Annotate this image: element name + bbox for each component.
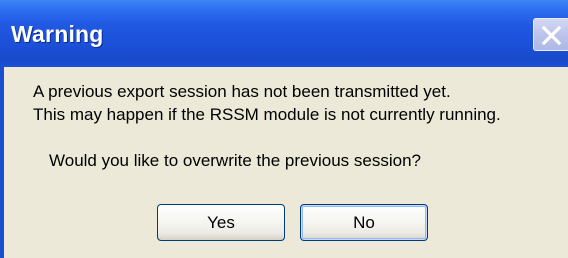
- title-bar[interactable]: Warning: [0, 0, 568, 67]
- no-button[interactable]: No: [300, 204, 428, 241]
- yes-button-label: Yes: [207, 213, 235, 232]
- no-button-label: No: [353, 213, 375, 232]
- window-title: Warning: [11, 21, 104, 47]
- warning-dialog: Warning A previous export session has no…: [0, 0, 568, 258]
- message-line-2: This may happen if the RSSM module is no…: [33, 105, 501, 124]
- dialog-body: A previous export session has not been t…: [4, 67, 568, 258]
- overwrite-question: Would you like to overwrite the previous…: [49, 151, 421, 170]
- yes-button[interactable]: Yes: [157, 204, 285, 241]
- close-button[interactable]: [533, 18, 568, 51]
- message-line-1: A previous export session has not been t…: [33, 82, 451, 101]
- close-icon: [541, 25, 562, 46]
